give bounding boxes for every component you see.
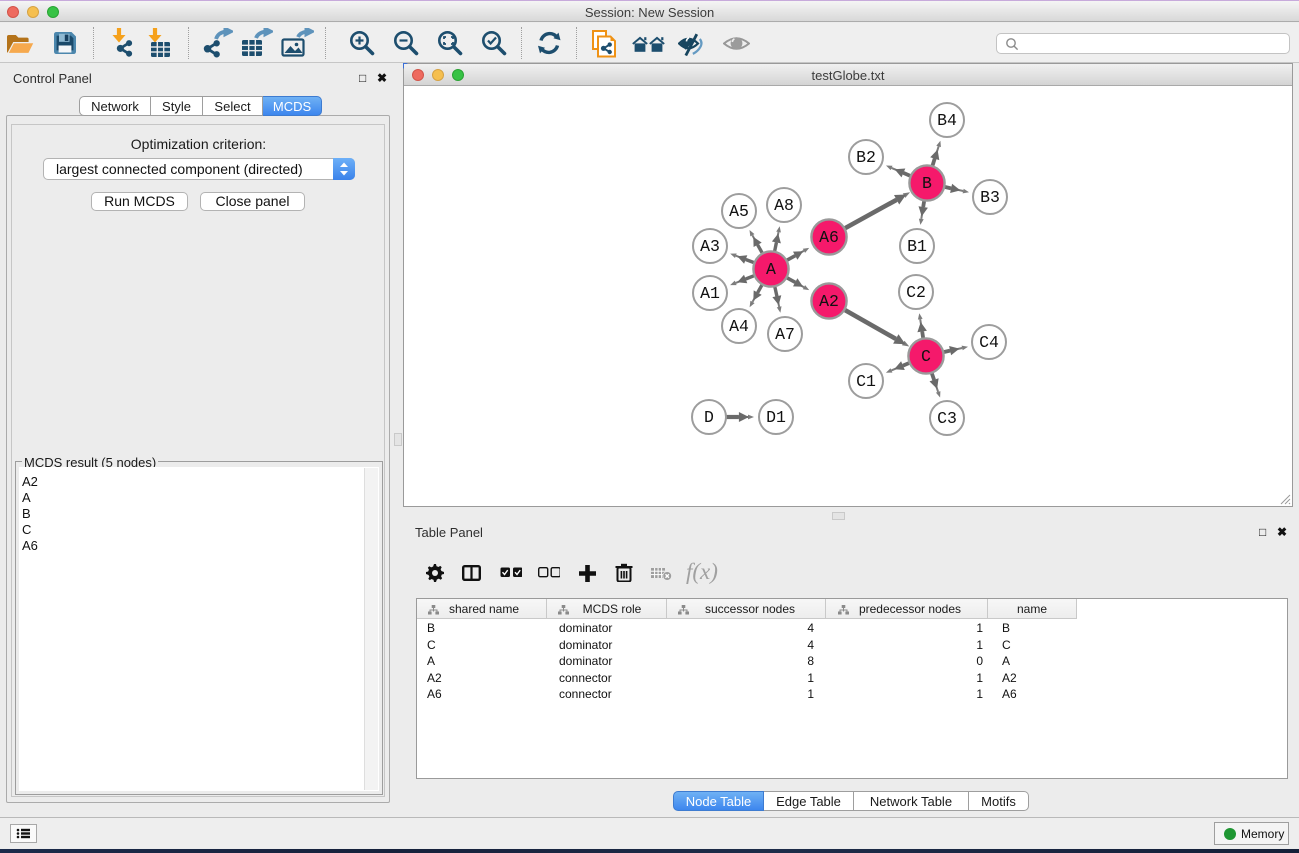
svg-text:D1: D1 xyxy=(766,408,786,427)
svg-text:A5: A5 xyxy=(729,202,749,221)
svg-text:C4: C4 xyxy=(979,333,999,352)
svg-text:A7: A7 xyxy=(775,325,795,344)
svg-text:A6: A6 xyxy=(819,228,839,247)
svg-text:C2: C2 xyxy=(906,283,926,302)
svg-text:B4: B4 xyxy=(937,111,957,130)
svg-text:C: C xyxy=(921,347,931,366)
svg-text:C1: C1 xyxy=(856,372,876,391)
svg-text:C3: C3 xyxy=(937,409,957,428)
svg-text:A3: A3 xyxy=(700,237,720,256)
svg-text:A1: A1 xyxy=(700,284,720,303)
svg-text:B2: B2 xyxy=(856,148,876,167)
svg-text:A4: A4 xyxy=(729,317,749,336)
svg-text:B: B xyxy=(922,174,932,193)
svg-text:B1: B1 xyxy=(907,237,927,256)
svg-text:B3: B3 xyxy=(980,188,1000,207)
svg-text:A8: A8 xyxy=(774,196,794,215)
svg-text:A: A xyxy=(766,260,776,279)
svg-text:A2: A2 xyxy=(819,292,839,311)
svg-text:D: D xyxy=(704,408,714,427)
